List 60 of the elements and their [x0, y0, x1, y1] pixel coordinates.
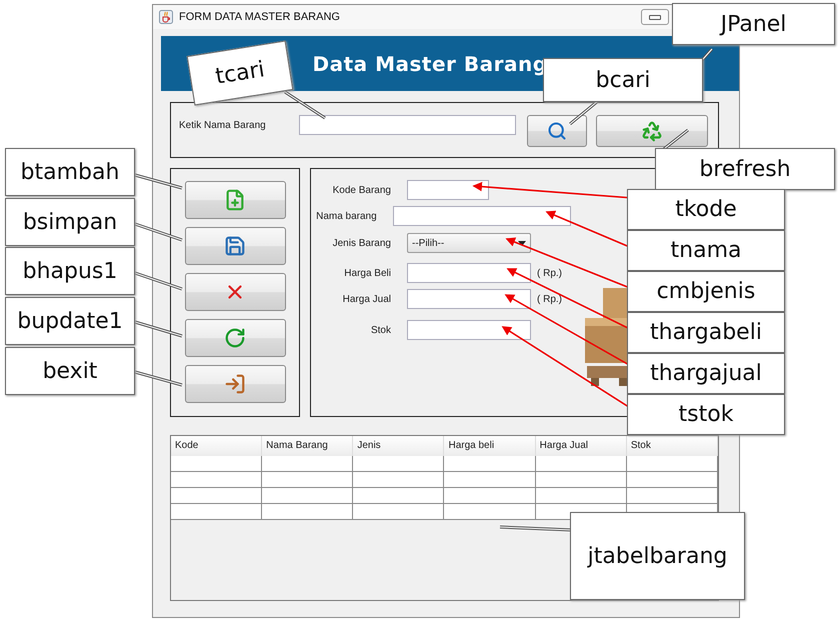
callout-label: brefresh: [655, 148, 835, 190]
search-icon: [547, 121, 567, 141]
field-label: Jenis Barang: [332, 238, 391, 248]
callout-label: thargabeli: [627, 312, 785, 353]
input-field[interactable]: [407, 263, 531, 283]
cup-icon: [159, 10, 173, 24]
leader-line: [134, 222, 182, 242]
currency-label: ( Rp.): [537, 268, 562, 278]
callout-label: JPanel: [672, 3, 835, 45]
callout-label: cmbjenis: [627, 271, 785, 312]
column-header[interactable]: Stok: [626, 436, 718, 456]
leader-line: [569, 100, 599, 126]
callout-label: tkode: [627, 189, 785, 230]
callout-label: tnama: [627, 230, 785, 271]
minimize-button[interactable]: [641, 9, 669, 25]
field-label: Nama barang: [315, 210, 377, 222]
search-button[interactable]: [527, 115, 587, 147]
search-label: Ketik Nama Barang: [179, 120, 267, 131]
type-dropdown[interactable]: --Pilih--: [407, 233, 531, 253]
callout-label: bexit: [5, 347, 135, 395]
cross-button[interactable]: [184, 273, 286, 311]
callout-label: jtabelbarang: [570, 512, 745, 600]
floppy-disk-button[interactable]: [184, 227, 286, 265]
leader-line: [284, 90, 326, 120]
callout-label: bcari: [543, 58, 703, 102]
currency-label: ( Rp.): [537, 294, 562, 304]
column-header[interactable]: Harga Jual: [536, 436, 627, 456]
callout-label: bhapus1: [5, 247, 135, 295]
callout-label: bsimpan: [5, 198, 135, 246]
leader-line: [134, 272, 182, 290]
column-header[interactable]: Harga beli: [444, 436, 536, 456]
door-arrow-button[interactable]: [184, 365, 286, 403]
window-title: FORM DATA MASTER BARANG: [179, 11, 341, 23]
refresh-icon: [224, 327, 246, 349]
refresh-button[interactable]: [184, 319, 286, 357]
field-label: Stok: [370, 324, 391, 336]
new-file-icon: [224, 189, 246, 211]
field-label: Harga Beli: [343, 268, 391, 278]
new-file-button[interactable]: [184, 181, 286, 219]
callout-label: btambah: [5, 148, 135, 196]
search-field[interactable]: [299, 115, 516, 135]
column-header[interactable]: Kode: [171, 436, 262, 456]
column-header[interactable]: Jenis: [353, 436, 444, 456]
field-label: Kode Barang: [332, 184, 391, 196]
column-header[interactable]: Nama Barang: [262, 436, 354, 456]
input-field[interactable]: [407, 320, 531, 340]
input-field[interactable]: [407, 289, 531, 309]
input-field[interactable]: [407, 180, 489, 200]
leader-line: [134, 370, 182, 386]
door-arrow-icon: [224, 373, 246, 395]
field-label: Harga Jual: [342, 294, 391, 304]
refresh-button[interactable]: [596, 115, 708, 147]
input-field[interactable]: [392, 206, 571, 226]
leader-line: [134, 174, 182, 190]
caret-icon: [518, 240, 526, 246]
callout-label: bupdate1: [5, 297, 135, 345]
callout-label: thargajual: [627, 353, 785, 394]
callout-label: tstok: [627, 394, 785, 435]
leader-line: [134, 320, 182, 338]
recycle-icon: [641, 120, 663, 142]
